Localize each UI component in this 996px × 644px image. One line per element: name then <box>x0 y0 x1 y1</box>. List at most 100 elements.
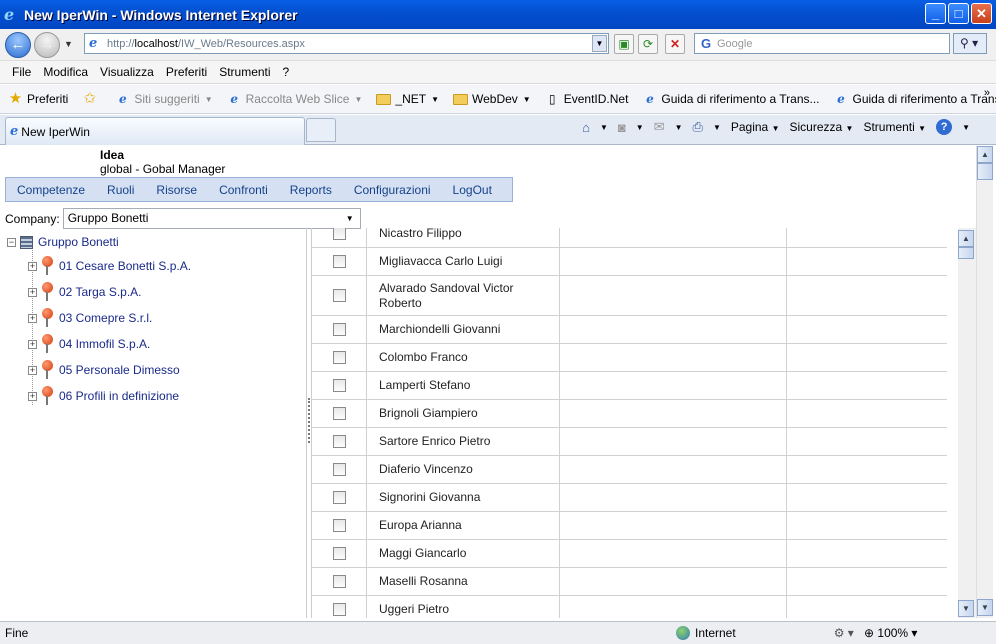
nav-risorse[interactable]: Risorse <box>145 183 208 197</box>
expand-icon[interactable]: + <box>28 313 37 323</box>
forward-button[interactable]: → <box>34 32 60 58</box>
grid-scroll-down-icon[interactable]: ▼ <box>958 600 974 617</box>
row-checkbox[interactable] <box>332 519 346 532</box>
tree-node-04[interactable]: + 04 Immofil S.p.A. <box>28 334 150 354</box>
fav-item-webdev[interactable]: WebDev ▼ <box>453 92 531 106</box>
compatibility-view-icon[interactable]: ▣ <box>614 34 634 54</box>
search-button[interactable]: ⚲ ▾ <box>953 33 987 54</box>
scroll-thumb[interactable] <box>977 163 993 180</box>
nav-competenze[interactable]: Competenze <box>6 183 96 197</box>
row-checkbox[interactable] <box>332 547 346 560</box>
address-input[interactable]: e http://localhost/IW_Web/Resources.aspx… <box>84 33 609 54</box>
url-host: localhost <box>134 37 178 50</box>
fav-item-siti-suggeriti[interactable]: e Siti suggeriti ▼ <box>115 92 213 106</box>
collapse-icon[interactable]: − <box>7 237 16 247</box>
dropdown-icon: ▼ <box>354 94 363 104</box>
nav-reports[interactable]: Reports <box>279 183 343 197</box>
tree-node-02[interactable]: + 02 Targa S.p.A. <box>28 282 142 302</box>
scroll-up-icon[interactable]: ▲ <box>977 146 993 163</box>
refresh-icon[interactable]: ⟳ <box>638 34 658 54</box>
mail-icon[interactable]: ✉ <box>654 119 665 135</box>
fav-item-guida-1[interactable]: e Guida di riferimento a Trans... <box>642 92 819 106</box>
add-favorites-button[interactable]: ✩ <box>82 91 101 106</box>
splitter-grip[interactable] <box>308 398 310 443</box>
recent-pages-dropdown-icon[interactable]: ▼ <box>64 39 73 49</box>
tree-node-06[interactable]: + 06 Profili in definizione <box>28 386 179 406</box>
tools-menu[interactable]: Strumenti ▼ <box>863 120 926 134</box>
scroll-down-icon[interactable]: ▼ <box>977 599 993 616</box>
nav-configurazioni[interactable]: Configurazioni <box>343 183 442 197</box>
table-row: Migliavacca Carlo Luigi <box>312 248 947 276</box>
chevron-right-icon[interactable]: » <box>984 87 990 99</box>
table-row: Colombo Franco <box>312 344 947 372</box>
expand-icon[interactable]: + <box>28 287 37 297</box>
company-select[interactable]: Gruppo Bonetti ▼ <box>62 208 361 229</box>
row-checkbox[interactable] <box>332 289 346 302</box>
grid-scrollbar[interactable]: ▲ <box>958 228 976 618</box>
dropdown-icon[interactable]: ▼ <box>636 123 644 132</box>
nav-confronti[interactable]: Confronti <box>208 183 279 197</box>
menu-visualizza[interactable]: Visualizza <box>100 65 154 79</box>
row-checkbox[interactable] <box>332 491 346 504</box>
expand-icon[interactable]: + <box>28 339 37 349</box>
tab-new-iperwin[interactable]: e New IperWin <box>5 117 305 145</box>
new-tab-button[interactable] <box>306 118 336 142</box>
row-checkbox[interactable] <box>332 575 346 588</box>
dropdown-icon[interactable]: ▼ <box>962 123 970 132</box>
menu-strumenti[interactable]: Strumenti <box>219 65 270 79</box>
back-button[interactable]: ← <box>5 32 31 58</box>
nav-logout[interactable]: LogOut <box>442 183 503 197</box>
dropdown-icon[interactable]: ▼ <box>713 123 721 132</box>
fav-label: Siti suggeriti <box>134 92 200 106</box>
row-checkbox[interactable] <box>332 351 346 364</box>
brand-name: Idea <box>100 148 125 162</box>
menu-modifica[interactable]: Modifica <box>43 65 88 79</box>
search-input[interactable]: G Google <box>694 33 950 54</box>
menu-preferiti[interactable]: Preferiti <box>166 65 207 79</box>
row-checkbox[interactable] <box>332 435 346 448</box>
row-checkbox[interactable] <box>332 603 346 616</box>
fav-item-eventid[interactable]: ▯ EventID.Net <box>545 92 629 106</box>
maximize-button[interactable]: □ <box>948 3 969 24</box>
expand-icon[interactable]: + <box>28 365 37 375</box>
row-checkbox[interactable] <box>332 379 346 392</box>
fav-item-web-slice[interactable]: e Raccolta Web Slice ▼ <box>227 92 363 106</box>
page-scrollbar[interactable]: ▲ ▼ <box>976 146 993 618</box>
row-checkbox[interactable] <box>332 463 346 476</box>
security-zone[interactable]: Internet ⚙ ▾ <box>676 626 856 640</box>
row-checkbox[interactable] <box>332 255 346 268</box>
stop-icon[interactable]: ✕ <box>665 34 685 54</box>
fav-item-net[interactable]: _NET ▼ <box>376 92 439 106</box>
tree-node-03[interactable]: + 03 Comepre S.r.l. <box>28 308 152 328</box>
dropdown-icon[interactable]: ▼ <box>600 123 608 132</box>
tree-node-05[interactable]: + 05 Personale Dimesso <box>28 360 180 380</box>
scroll-thumb[interactable] <box>958 247 974 259</box>
home-icon[interactable]: ⌂ <box>582 120 590 135</box>
dropdown-icon[interactable]: ▼ <box>675 123 683 132</box>
security-menu[interactable]: Sicurezza ▼ <box>790 120 854 134</box>
minimize-button[interactable]: _ <box>925 3 946 24</box>
page-menu[interactable]: Pagina ▼ <box>731 120 780 134</box>
menu-help[interactable]: ? <box>283 65 290 79</box>
resource-name: Lamperti Stefano <box>379 378 471 392</box>
row-checkbox[interactable] <box>332 407 346 420</box>
row-checkbox[interactable] <box>332 228 346 240</box>
address-dropdown-icon[interactable]: ▼ <box>592 35 607 52</box>
scroll-up-icon[interactable]: ▲ <box>958 230 974 247</box>
expand-icon[interactable]: + <box>28 391 37 401</box>
resources-grid: Nicastro Filippo Migliavacca Carlo Luigi… <box>311 228 947 618</box>
feeds-icon[interactable]: ◙ <box>618 120 626 135</box>
print-icon[interactable]: ⎙ <box>693 119 703 135</box>
tree-root[interactable]: − Gruppo Bonetti <box>7 235 119 249</box>
close-button[interactable]: ✕ <box>971 3 992 24</box>
nav-ruoli[interactable]: Ruoli <box>96 183 145 197</box>
fav-item-guida-2[interactable]: e Guida di riferimento a Trans... <box>834 92 996 106</box>
expand-icon[interactable]: + <box>28 261 37 271</box>
tree-node-01[interactable]: + 01 Cesare Bonetti S.p.A. <box>28 256 191 276</box>
protected-mode-icon[interactable]: ⚙ ▾ <box>834 626 854 640</box>
help-icon[interactable]: ? <box>936 119 953 135</box>
favorites-button[interactable]: ★ Preferiti <box>8 91 69 106</box>
menu-file[interactable]: File <box>12 65 31 79</box>
zoom-control[interactable]: ⊕ 100% ▾ <box>864 626 917 640</box>
row-checkbox[interactable] <box>332 323 346 336</box>
